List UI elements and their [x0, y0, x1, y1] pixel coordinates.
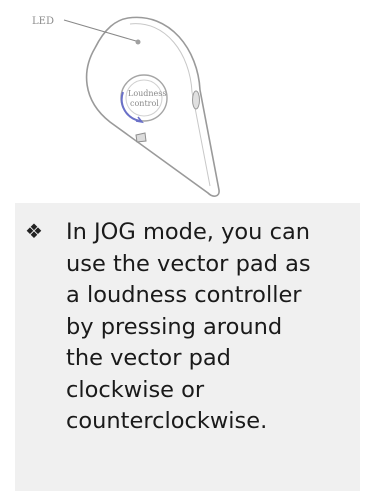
led-label: LED: [32, 16, 54, 27]
knob-label-line1: Loudness: [128, 89, 167, 98]
diamond-bullet-icon: ❖: [25, 219, 43, 243]
lower-button: [135, 132, 147, 143]
led-dot: [135, 39, 141, 45]
side-button: [192, 90, 200, 110]
knob-label-line2: control: [130, 99, 159, 108]
instruction-panel: ❖ In JOG mode, you can use the vector pa…: [15, 203, 360, 491]
device-illustration: LED Loudness control: [20, 0, 355, 203]
remote-drawing: LED Loudness control: [32, 16, 220, 197]
bullet-text: In JOG mode, you can use the vector pad …: [66, 219, 311, 434]
